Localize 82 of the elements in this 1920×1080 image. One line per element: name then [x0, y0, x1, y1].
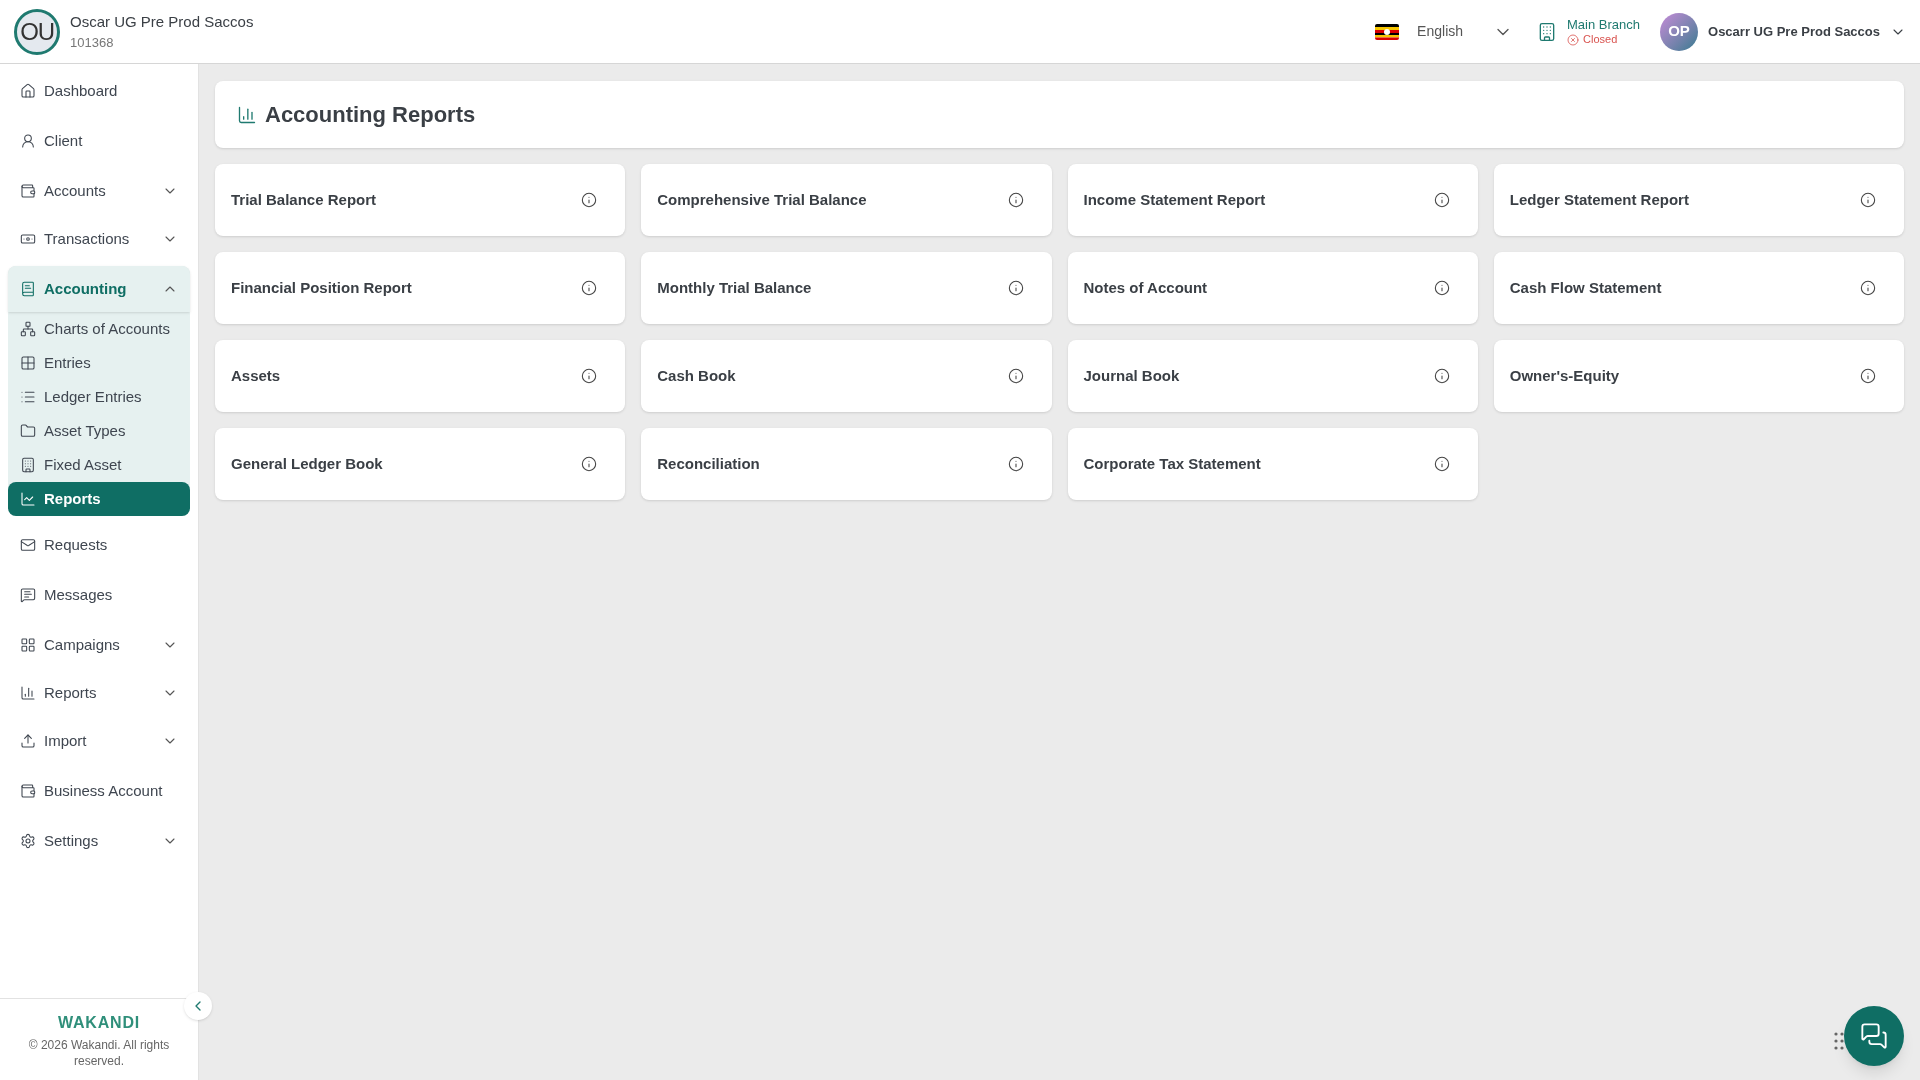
flag-icon — [1375, 23, 1400, 40]
brand-logo: WAKANDI — [57, 1012, 140, 1033]
language-select[interactable]: English — [1417, 21, 1514, 42]
info-icon — [581, 192, 598, 208]
sidebar-item[interactable]: Business Account — [8, 766, 190, 816]
info-icon — [1433, 192, 1450, 208]
info-icon — [1433, 368, 1450, 384]
report-card[interactable]: Journal Book — [1067, 340, 1478, 412]
report-card[interactable]: Notes of Account — [1067, 252, 1478, 324]
sidebar-item[interactable]: Campaigns — [8, 622, 190, 668]
info-icon — [1007, 368, 1024, 384]
hierarchy-icon — [20, 321, 36, 337]
info-icon — [1860, 192, 1876, 208]
sidebar-item[interactable]: Dashboard — [8, 66, 190, 116]
report-card[interactable]: Assets — [215, 340, 626, 412]
report-card[interactable]: Cash Book — [641, 340, 1052, 412]
user-avatar: OP — [1660, 12, 1698, 51]
report-card[interactable]: Income Statement Report — [1067, 164, 1478, 236]
apps-icon — [20, 637, 36, 653]
org-avatar: OU — [14, 8, 60, 55]
folder-icon — [20, 423, 36, 439]
sidebar-subitem[interactable]: Ledger Entries — [8, 380, 190, 414]
sidebar-subitem[interactable]: Asset Types — [8, 414, 190, 448]
report-card[interactable]: Trial Balance Report — [215, 164, 626, 236]
report-card[interactable]: Ledger Statement Report — [1493, 164, 1904, 236]
report-card[interactable]: Financial Position Report — [215, 252, 626, 324]
org-code: 101368 — [70, 34, 115, 52]
report-card[interactable]: Corporate Tax Statement — [1067, 428, 1478, 500]
wallet-icon — [20, 783, 36, 799]
info-icon — [581, 280, 598, 296]
grid-icon — [20, 355, 36, 371]
mail-icon — [20, 537, 36, 553]
sidebar-subitem[interactable]: Fixed Asset — [8, 448, 190, 482]
closed-icon — [1567, 33, 1580, 46]
branch-status: Closed — [1583, 32, 1618, 47]
info-icon — [1433, 456, 1450, 472]
message-icon — [20, 587, 36, 603]
banknote-icon — [20, 231, 36, 247]
report-card[interactable]: Reconciliation — [641, 428, 1052, 500]
report-card[interactable]: Comprehensive Trial Balance — [641, 164, 1052, 236]
building-icon — [20, 457, 36, 473]
bar-chart-icon — [237, 104, 257, 125]
sidebar-item[interactable]: Client — [8, 116, 190, 166]
line-chart-icon — [20, 491, 36, 507]
sidebar-item[interactable]: Messages — [8, 570, 190, 620]
sidebar-item[interactable]: Accounts — [8, 168, 190, 214]
report-card[interactable]: Monthly Trial Balance — [641, 252, 1052, 324]
info-icon — [1860, 280, 1876, 296]
user-menu[interactable]: Oscarr UG Pre Prod Saccos — [1708, 21, 1906, 42]
page-title: Accounting Reports — [265, 101, 476, 129]
settings-icon — [20, 833, 36, 849]
home-icon — [20, 83, 36, 99]
sidebar-subitem[interactable]: Charts of Accounts — [8, 312, 190, 346]
upload-icon — [20, 733, 36, 749]
report-card[interactable]: Owner's-Equity — [1493, 340, 1904, 412]
info-icon — [1860, 368, 1876, 384]
sidebar-subitem[interactable]: Entries — [8, 346, 190, 380]
wallet-icon — [20, 183, 36, 199]
sidebar-item[interactable]: Settings — [8, 818, 190, 864]
report-card[interactable]: Cash Flow Statement — [1493, 252, 1904, 324]
info-icon — [1007, 280, 1024, 296]
info-icon — [581, 456, 598, 472]
sidebar-item[interactable]: Accounting — [8, 266, 190, 312]
sidebar-item[interactable]: Import — [8, 718, 190, 764]
sidebar-item[interactable]: Requests — [8, 520, 190, 570]
chat-icon — [1860, 1022, 1888, 1050]
user-icon — [20, 133, 36, 149]
report-card[interactable]: General Ledger Book — [215, 428, 626, 500]
copyright-text: © 2026 Wakandi. All rights reserved. — [27, 1036, 171, 1069]
info-icon — [581, 368, 598, 384]
info-icon — [1433, 280, 1450, 296]
drag-handle-icon — [1834, 1032, 1844, 1050]
sidebar-subitem[interactable]: Reports — [8, 482, 190, 516]
info-icon — [1007, 456, 1024, 472]
bar-chart-icon — [20, 685, 36, 701]
info-icon — [1007, 192, 1024, 208]
branch-name: Main Branch — [1567, 16, 1640, 33]
list-icon — [20, 389, 36, 405]
book-icon — [20, 281, 36, 297]
sidebar-item[interactable]: Transactions — [8, 216, 190, 262]
org-name: Oscar UG Pre Prod Saccos — [70, 11, 254, 32]
sidebar-item[interactable]: Reports — [8, 670, 190, 716]
